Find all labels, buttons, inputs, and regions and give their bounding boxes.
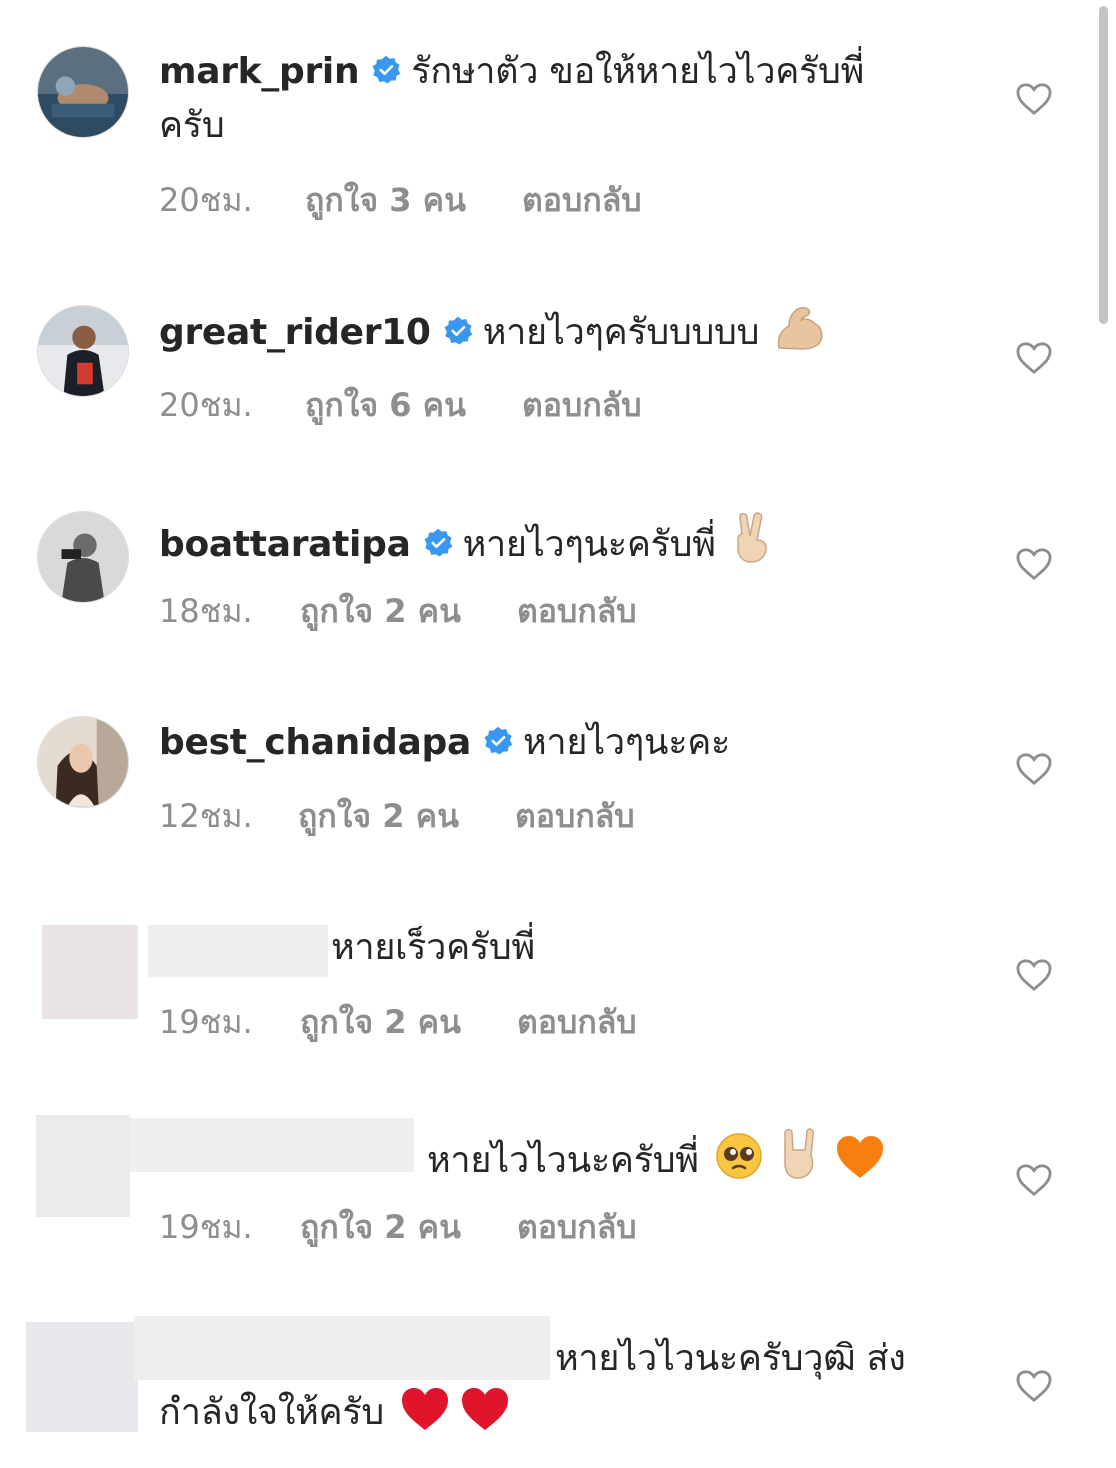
comment-meta: 18ชม. ถูกใจ 2 คน ตอบกลับ <box>159 586 637 637</box>
avatar[interactable] <box>37 305 129 397</box>
verified-badge-icon <box>423 528 453 558</box>
comment-time: 20ชม. <box>159 181 253 219</box>
like-heart-icon[interactable] <box>1015 752 1053 786</box>
likes-count[interactable]: ถูกใจ 2 คน <box>298 791 515 842</box>
username[interactable]: great_rider10 <box>159 312 431 353</box>
comment-meta: 19ชม. ถูกใจ 2 คน ตอบกลับ <box>159 997 637 1048</box>
victory-hand-icon <box>732 510 772 564</box>
like-heart-icon[interactable] <box>1015 958 1053 992</box>
avatar[interactable] <box>37 511 129 603</box>
scrollbar[interactable] <box>1099 6 1108 324</box>
like-heart-icon[interactable] <box>1015 1369 1053 1403</box>
username[interactable]: mark_prin <box>159 51 360 92</box>
comment-text: หายไวๆครับบบบบ <box>482 312 760 353</box>
verified-badge-icon <box>483 726 513 756</box>
blurred-avatar <box>36 1115 130 1217</box>
comment-text: หายไวไวนะครับพี่ <box>427 1140 699 1181</box>
red-heart-icon <box>400 1386 450 1432</box>
comment-text: หายเร็วครับพี่ <box>331 927 535 968</box>
comment-text: รักษาตัว ขอให้หายไวไวครับพี่ <box>411 51 865 92</box>
comment-text-continued: ครับ <box>159 105 225 146</box>
comment-text-continued: กำลังใจให้ครับ <box>159 1392 384 1433</box>
blurred-username <box>130 1118 414 1172</box>
username[interactable]: best_chanidapa <box>159 722 471 763</box>
comments-screen: mark_prin รักษาตัว ขอให้หายไวไวครับพี่ คร… <box>0 0 1116 1468</box>
orange-heart-icon <box>835 1134 885 1180</box>
likes-count[interactable]: ถูกใจ 2 คน <box>300 1202 517 1253</box>
reply-button[interactable]: ตอบกลับ <box>517 1202 637 1253</box>
comment-time: 19ชม. <box>159 1208 253 1246</box>
comment-time: 20ชม. <box>159 386 253 424</box>
comment-text: หายไวๆนะครับพี่ <box>462 524 716 565</box>
blurred-username <box>148 925 328 977</box>
like-heart-icon[interactable] <box>1015 82 1053 116</box>
likes-count[interactable]: ถูกใจ 3 คน <box>305 175 522 226</box>
blurred-username <box>134 1316 550 1380</box>
reply-button[interactable]: ตอบกลับ <box>517 586 637 637</box>
comment-meta: 20ชม. ถูกใจ 6 คน ตอบกลับ <box>159 380 642 431</box>
verified-badge-icon <box>443 316 473 346</box>
comment-time: 12ชม. <box>159 797 253 835</box>
pleading-face-icon <box>715 1132 763 1180</box>
blurred-avatar <box>42 925 138 1019</box>
comment-time: 18ชม. <box>159 592 253 630</box>
likes-count[interactable]: ถูกใจ 2 คน <box>300 997 517 1048</box>
reply-button[interactable]: ตอบกลับ <box>522 175 642 226</box>
reply-button[interactable]: ตอบกลับ <box>515 791 635 842</box>
comment-meta: 12ชม. ถูกใจ 2 คน ตอบกลับ <box>159 791 635 842</box>
like-heart-icon[interactable] <box>1015 547 1053 581</box>
username[interactable]: boattaratipa <box>159 524 411 565</box>
comment-meta: 20ชม. ถูกใจ 3 คน ตอบกลับ <box>159 175 642 226</box>
like-heart-icon[interactable] <box>1015 341 1053 375</box>
reply-button[interactable]: ตอบกลับ <box>522 380 642 431</box>
avatar[interactable] <box>37 716 129 808</box>
likes-count[interactable]: ถูกใจ 2 คน <box>300 586 517 637</box>
avatar[interactable] <box>37 46 129 138</box>
sign-of-horns-icon <box>779 1126 819 1180</box>
comment-text: หายไวๆนะคะ <box>522 722 731 763</box>
red-heart-icon <box>460 1386 510 1432</box>
flexed-biceps-icon <box>775 304 825 352</box>
verified-badge-icon <box>371 55 401 85</box>
reply-button[interactable]: ตอบกลับ <box>517 997 637 1048</box>
likes-count[interactable]: ถูกใจ 6 คน <box>305 380 522 431</box>
comment-meta: 19ชม. ถูกใจ 2 คน ตอบกลับ <box>159 1202 637 1253</box>
blurred-avatar <box>26 1322 138 1432</box>
comment-time: 19ชม. <box>159 1003 253 1041</box>
like-heart-icon[interactable] <box>1015 1163 1053 1197</box>
comment-text: หายไวไวนะครับวุฒิ ส่ง <box>555 1338 906 1379</box>
